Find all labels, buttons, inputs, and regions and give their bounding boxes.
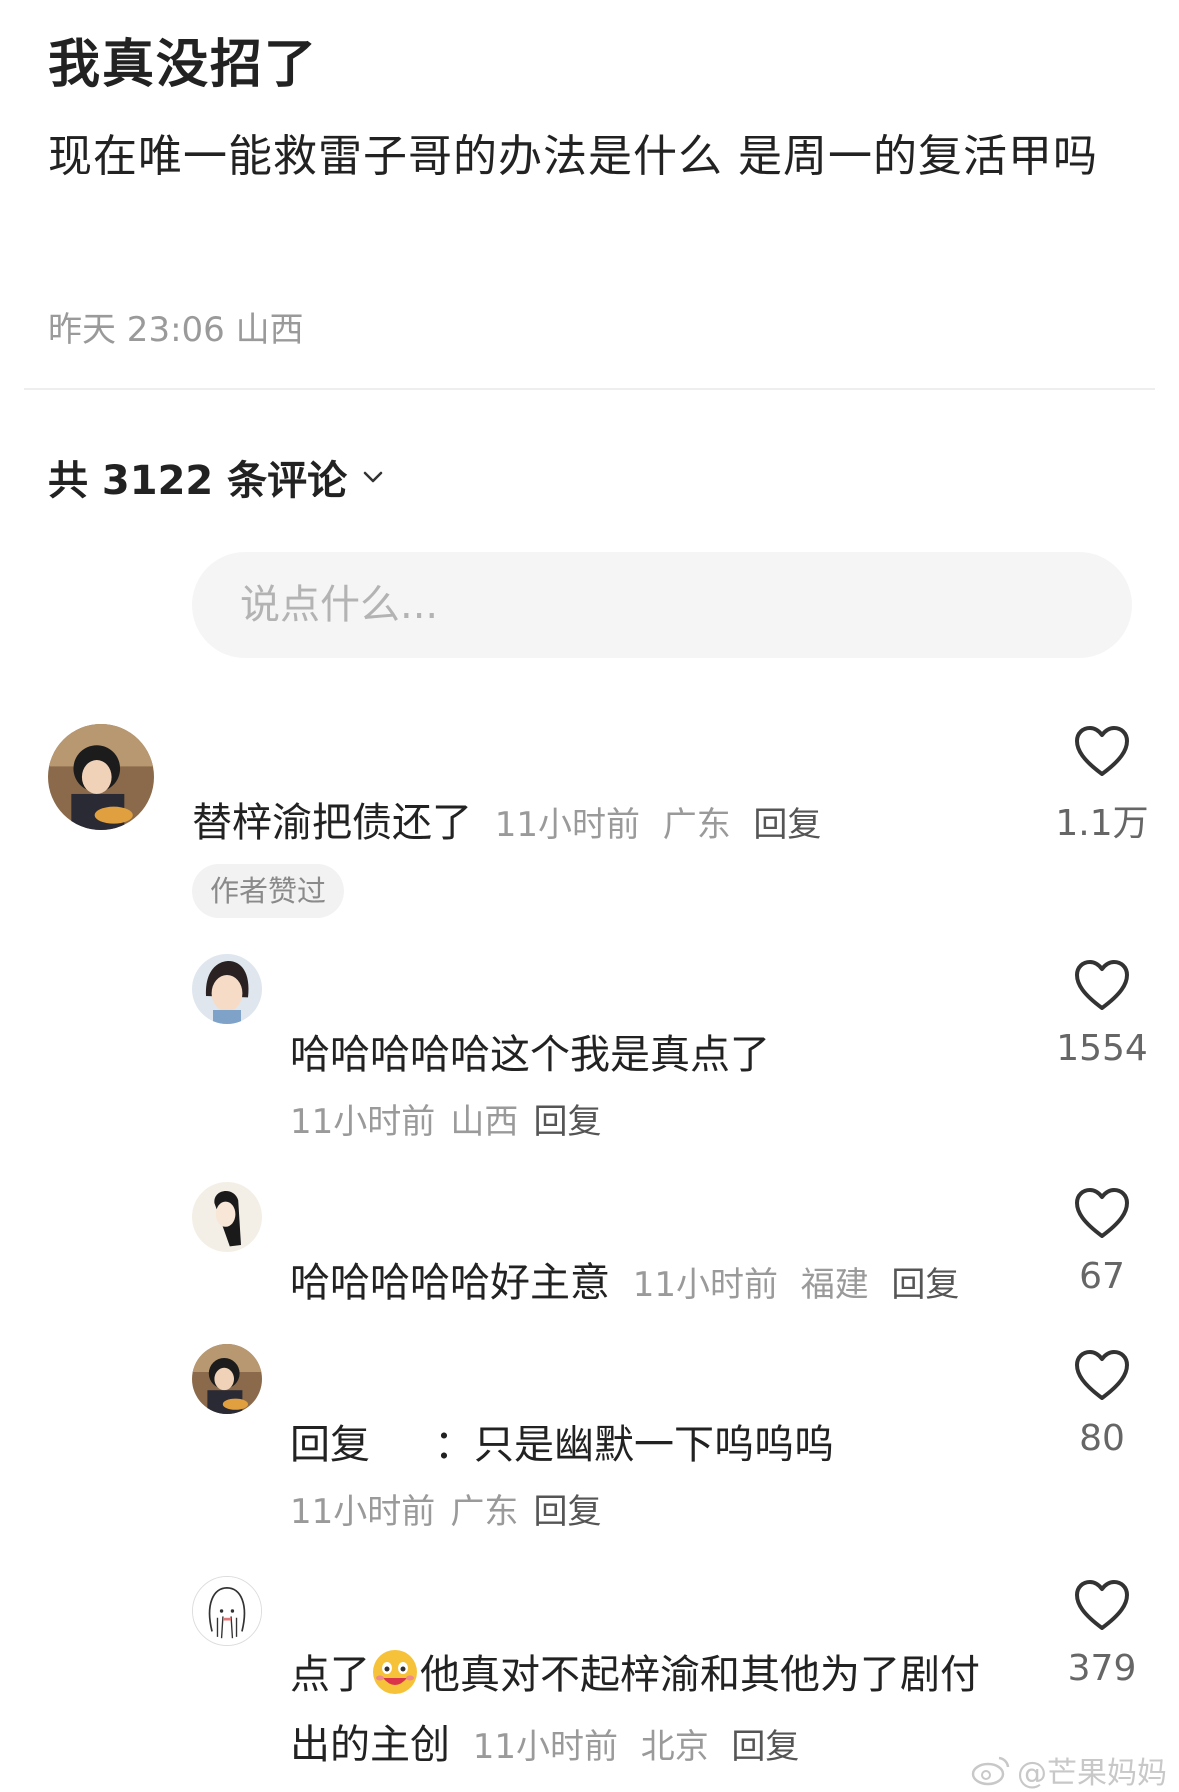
reply-text: ：只是幽默一下呜呜呜 [434,1422,834,1468]
comment-count-toggle[interactable]: 共 3122 条评论 [48,448,385,506]
reply-button[interactable]: 回复 [891,1265,959,1305]
reply-location: 北京 [640,1727,709,1767]
like-count: 1554 [1056,1028,1148,1069]
reply-button[interactable]: 回复 [753,805,821,845]
comment-text: 替梓渝把债还了 [192,800,472,846]
reply-text-row: 出的主创 11小时前 北京 回复 [290,1712,799,1770]
reply-text-line2: 出的主创 [290,1722,450,1768]
avatar[interactable] [192,954,262,1024]
reply-location: 广东 [450,1492,519,1532]
reply-text-row: 点了 他真对不起梓渝和其他为了剧付 [290,1642,980,1700]
reply-time: 11小时前 [472,1727,618,1767]
post-title: 我真没招了 [48,35,319,95]
watermark-text: @芒果妈妈 [1017,1756,1167,1791]
comment-location: 广东 [662,805,731,845]
heart-outline-icon[interactable] [1073,1348,1131,1402]
heart-outline-icon[interactable] [1073,958,1131,1012]
reply-button[interactable]: 回复 [533,1102,601,1142]
reply-text-part1: 点了 [290,1652,370,1698]
reply-text-part2: 他真对不起梓渝和其他为了剧付 [420,1652,980,1698]
reply-time: 11小时前 [290,1102,436,1142]
avatar[interactable] [48,724,154,830]
post-meta: 昨天 23:06 山西 [48,310,304,350]
comment-input[interactable] [192,552,1132,658]
reply-location: 山西 [450,1102,519,1142]
chevron-down-icon [363,471,383,483]
divider [24,388,1155,390]
heart-outline-icon[interactable] [1073,1186,1131,1240]
avatar[interactable] [192,1576,262,1646]
avatar[interactable] [192,1344,262,1414]
comment-text-row: 替梓渝把债还了 11小时前 广东 回复 [192,790,821,848]
like-count: 80 [1079,1418,1125,1459]
like-count: 67 [1079,1256,1125,1297]
weibo-logo-icon [971,1756,1010,1786]
reply-text: 哈哈哈哈哈这个我是真点了 [290,1032,770,1078]
reply-meta-row: 11小时前 广东 回复 [290,1484,601,1533]
watermark: @芒果妈妈 [971,1748,1167,1792]
heart-outline-icon[interactable] [1073,724,1131,778]
reply-location: 福建 [800,1265,869,1305]
author-liked-badge: 作者赞过 [192,864,345,918]
like-count: 379 [1067,1648,1137,1689]
reply-text-row: 回复 ：只是幽默一下呜呜呜 [290,1412,834,1470]
heart-outline-icon[interactable] [1073,1578,1131,1632]
reply-prefix: 回复 [290,1422,370,1468]
reply-text: 哈哈哈哈哈好主意 [290,1260,610,1306]
reply-text-row: 哈哈哈哈哈好主意 11小时前 福建 回复 [290,1250,959,1308]
comment-time: 11小时前 [494,805,640,845]
post-body: 现在唯一能救雷子哥的办法是什么 是周一的复活甲吗 [48,131,1098,182]
reply-button[interactable]: 回复 [731,1727,799,1767]
reply-time: 11小时前 [632,1265,778,1305]
avatar[interactable] [192,1182,262,1252]
reply-button[interactable]: 回复 [533,1492,601,1532]
comment-count-label: 共 3122 条评论 [48,458,348,504]
laughing-emoji-icon [373,1650,417,1694]
reply-meta-row: 11小时前 山西 回复 [290,1094,601,1143]
like-count: 1.1万 [1055,803,1149,844]
reply-time: 11小时前 [290,1492,436,1532]
